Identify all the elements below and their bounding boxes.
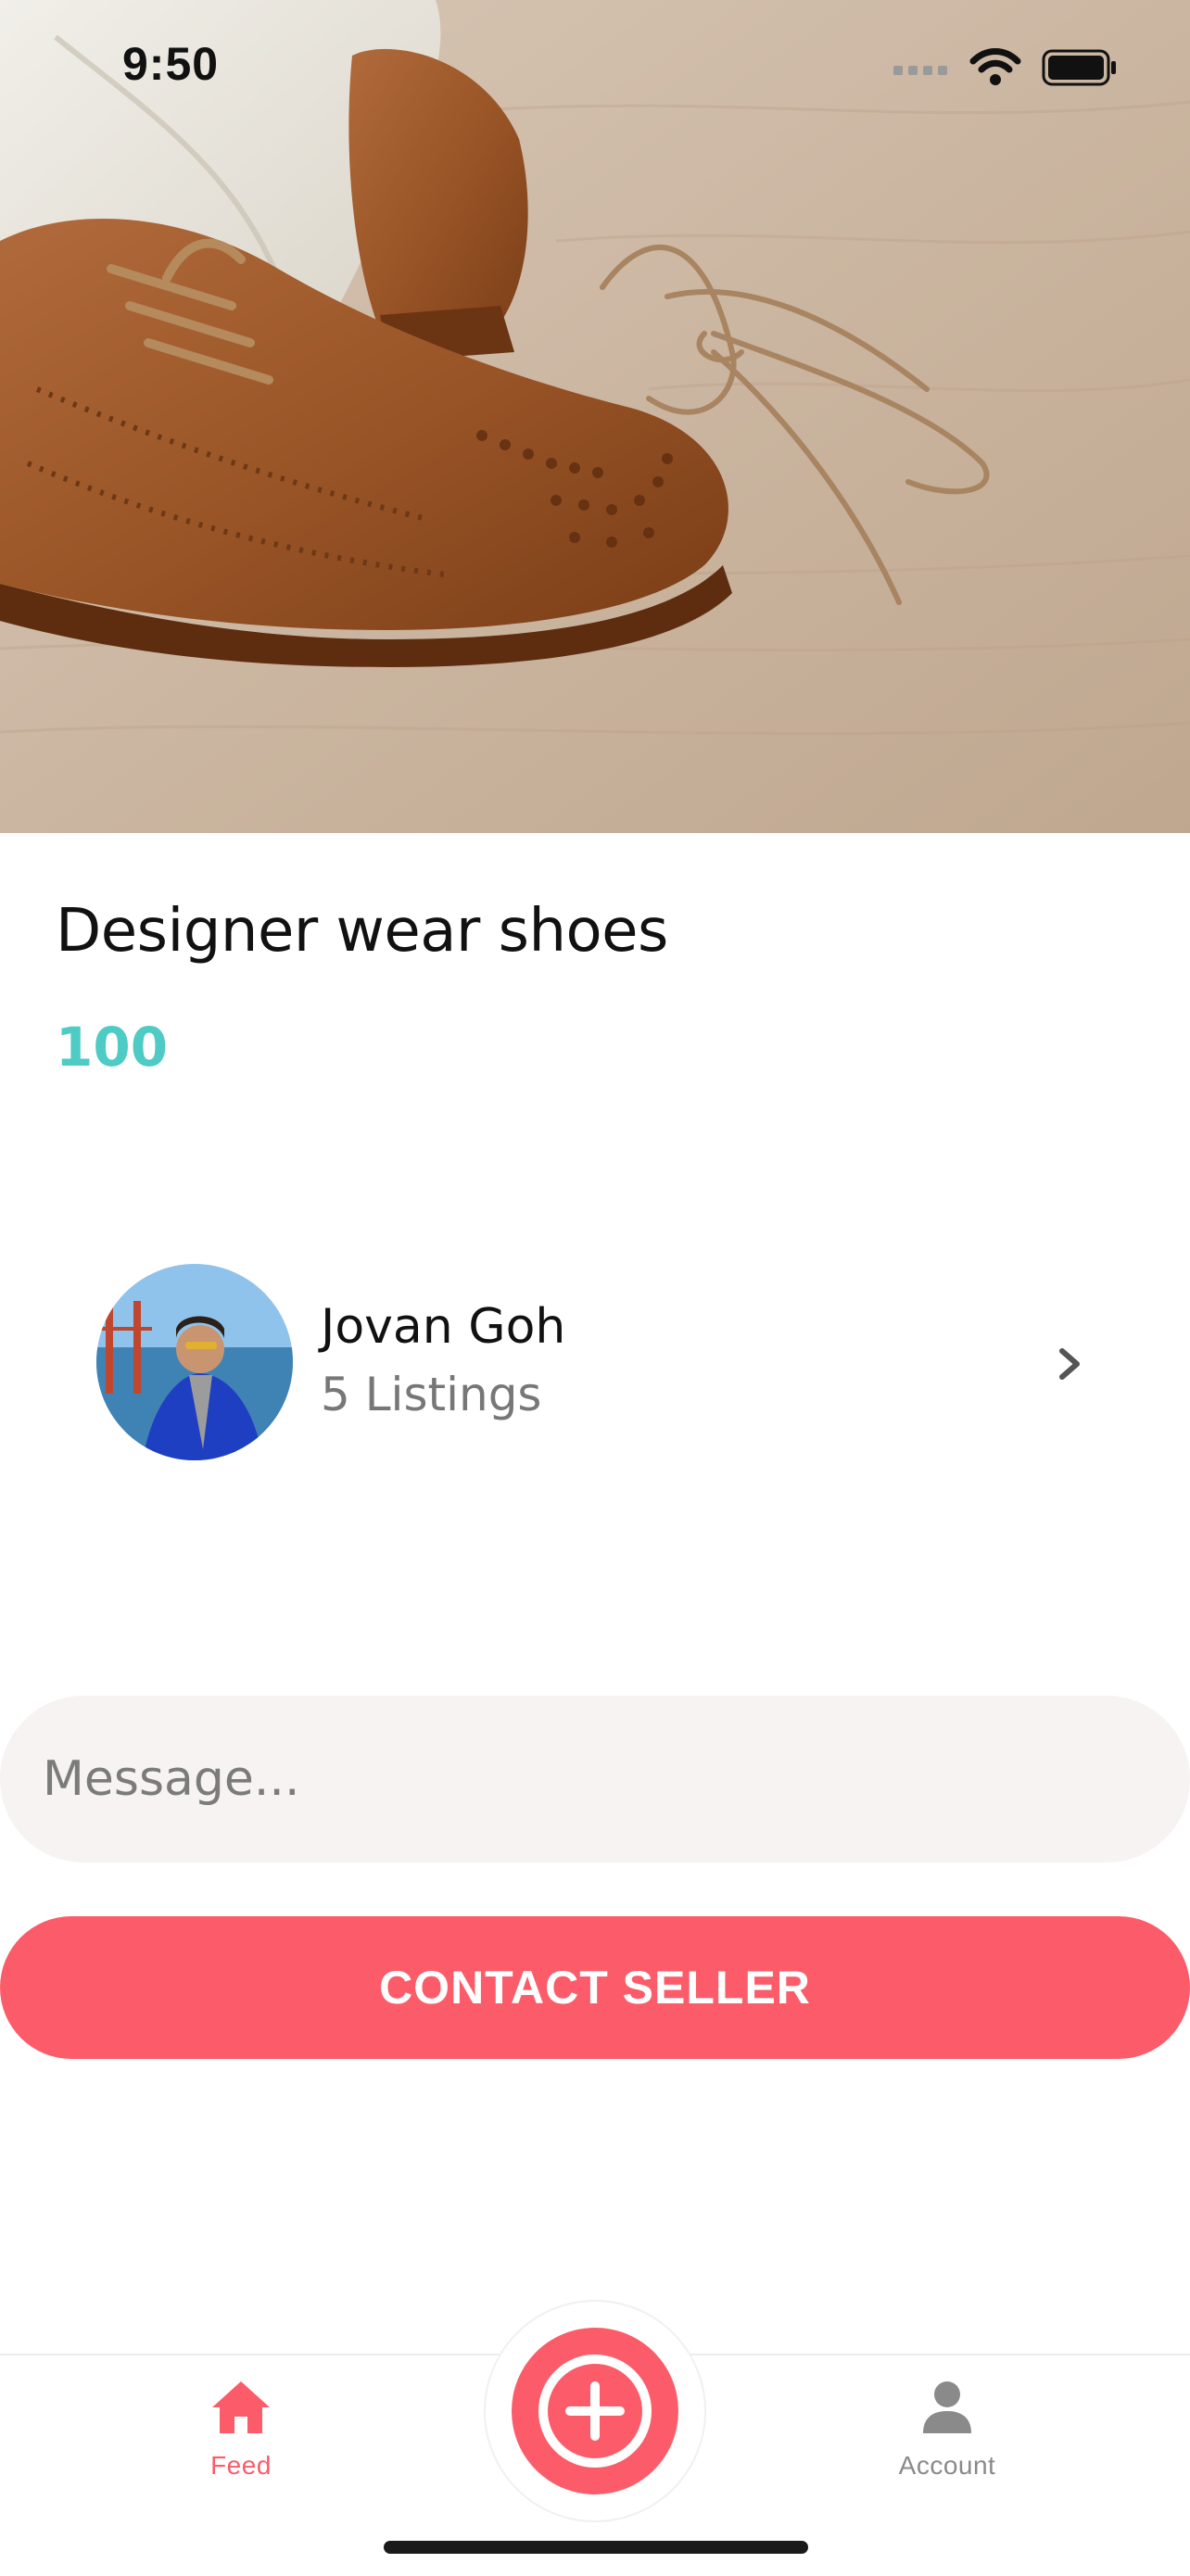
add-listing-button[interactable] [512,2328,678,2494]
cellular-signal-icon [893,66,947,75]
tab-feed[interactable]: Feed [148,2378,334,2481]
battery-icon [1042,49,1116,86]
seller-avatar-art [96,1264,293,1460]
status-time: 9:50 [122,38,220,90]
seller-name: Jovan Goh [321,1299,566,1355]
product-title: Designer wear shoes [56,897,668,966]
home-indicator [384,2541,808,2554]
seller-avatar [96,1264,293,1460]
status-icons [893,46,1118,89]
tab-feed-label: Feed [210,2451,272,2480]
person-icon [923,2381,971,2433]
chevron-right-icon[interactable] [1042,1336,1097,1392]
seller-row[interactable]: Jovan Goh 5 Listings [96,1264,1097,1460]
seller-listings-count: 5 Listings [321,1368,542,1421]
message-input[interactable] [0,1696,1190,1863]
contact-seller-button[interactable]: CONTACT SELLER [0,1916,1190,2059]
product-price: 100 [56,1016,169,1079]
tab-account-label: Account [898,2451,996,2480]
tab-account[interactable]: Account [855,2378,1040,2481]
home-icon [212,2381,270,2433]
plus-icon [538,2355,652,2468]
status-bar: 9:50 [0,0,1190,130]
wifi-icon [969,48,1021,85]
